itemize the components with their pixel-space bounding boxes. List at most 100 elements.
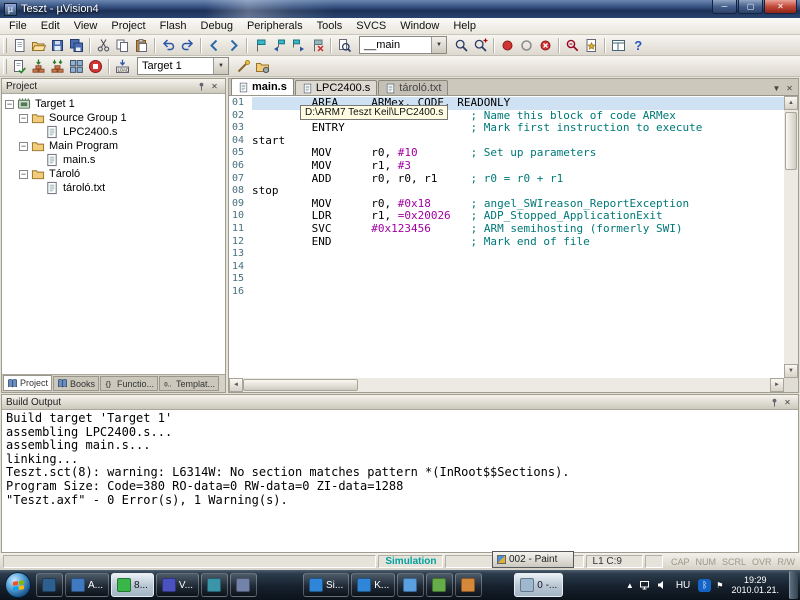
build-output-log[interactable]: Build target 'Target 1' assembling LPC240…	[2, 410, 798, 552]
tree-item-t-rol[interactable]: − Tároló	[2, 167, 225, 181]
scroll-up-icon[interactable]: ▲	[784, 96, 798, 110]
scroll-right-icon[interactable]: ►	[770, 378, 784, 392]
close-button[interactable]: ✕	[764, 0, 797, 14]
start-button[interactable]	[5, 572, 31, 598]
taskbar-item-a[interactable]: A...	[65, 573, 110, 597]
navigate-back-icon[interactable]	[205, 36, 224, 55]
menu-debug[interactable]: Debug	[194, 19, 240, 33]
manage-components-icon[interactable]	[253, 57, 272, 76]
redo-icon[interactable]	[178, 36, 197, 55]
code-line-13[interactable]	[252, 248, 784, 261]
menu-tools[interactable]: Tools	[310, 19, 350, 33]
bluetooth-icon[interactable]: ᛒ	[698, 578, 712, 592]
menu-flash[interactable]: Flash	[153, 19, 194, 33]
bookmark-icon[interactable]	[251, 36, 270, 55]
breakpoint-kill-icon[interactable]	[536, 36, 555, 55]
options-icon[interactable]	[234, 57, 253, 76]
code-line-07[interactable]: ADD r0, r0, r1 ; r0 = r0 + r1	[252, 172, 784, 186]
editor-body[interactable]: 01 02 03 04 05 06 07 08 09 10 11 12 13 14 15 16 AREA AR…	[229, 96, 784, 378]
editor-tab-t-rol-txt[interactable]: tároló.txt	[378, 80, 449, 95]
tree-expander-icon[interactable]: −	[19, 113, 28, 123]
find-combo[interactable]: __main ▼	[359, 36, 447, 54]
show-desktop-button[interactable]	[789, 571, 798, 599]
tree-item-lpc2400-s[interactable]: LPC2400.s	[2, 125, 225, 139]
panel-tab-books[interactable]: Books	[53, 376, 100, 391]
cut-icon[interactable]	[94, 36, 113, 55]
menu-peripherals[interactable]: Peripherals	[240, 19, 310, 33]
paint-window-titlebar[interactable]: 002 - Paint	[492, 551, 574, 568]
find-in-files-icon[interactable]	[335, 36, 354, 55]
code-line-15[interactable]	[252, 273, 784, 286]
scroll-track[interactable]	[358, 378, 770, 392]
taskbar-item-9[interactable]	[397, 573, 425, 597]
pin-icon[interactable]	[195, 80, 208, 93]
build-icon[interactable]	[29, 57, 48, 76]
panel-tab-project[interactable]: Project	[3, 375, 53, 391]
editor-tab-main-s[interactable]: main.s	[231, 78, 294, 95]
translate-icon[interactable]	[10, 57, 29, 76]
bookmark-prev-icon[interactable]	[270, 36, 289, 55]
maximize-button[interactable]: ▢	[738, 0, 763, 14]
undo-icon[interactable]	[159, 36, 178, 55]
tree-item-target-1[interactable]: − Target 1	[2, 97, 225, 111]
tray-expand-icon[interactable]: ▲	[626, 581, 634, 590]
scroll-track[interactable]	[784, 172, 798, 364]
taskbar-item-1[interactable]	[36, 573, 63, 597]
pin-icon[interactable]	[768, 396, 781, 409]
window-layout-icon[interactable]	[609, 36, 628, 55]
help-icon[interactable]: ?	[628, 36, 647, 55]
panel-close-icon[interactable]: ✕	[208, 80, 221, 93]
open-icon[interactable]	[29, 36, 48, 55]
code-line-16[interactable]	[252, 286, 784, 299]
panel-tab-templat[interactable]: 0.. Templat...	[159, 376, 220, 391]
menu-help[interactable]: Help	[446, 19, 483, 33]
taskbar-item-si[interactable]: Si...	[303, 573, 350, 597]
tree-expander-icon[interactable]: −	[19, 141, 28, 151]
tree-item-main-program[interactable]: − Main Program	[2, 139, 225, 153]
breakpoint-disable-icon[interactable]	[517, 36, 536, 55]
minimize-button[interactable]: ─	[712, 0, 737, 14]
menu-view[interactable]: View	[67, 19, 105, 33]
save-icon[interactable]	[48, 36, 67, 55]
taskbar-item-5[interactable]	[201, 573, 229, 597]
vertical-scroll-thumb[interactable]	[785, 112, 797, 170]
navigate-forward-icon[interactable]	[224, 36, 243, 55]
line-number-gutter[interactable]: 01 02 03 04 05 06 07 08 09 10 11 12 13 14 15 16	[229, 96, 252, 378]
find-combo-dropdown-icon[interactable]: ▼	[431, 37, 446, 53]
panel-tab-functio[interactable]: {} Functio...	[100, 376, 159, 391]
taskbar-item-6[interactable]	[230, 573, 258, 597]
taskbar-item-11[interactable]	[455, 573, 483, 597]
menu-edit[interactable]: Edit	[34, 19, 67, 33]
tree-item-t-rol-txt[interactable]: tároló.txt	[2, 181, 225, 195]
find-combo-value[interactable]: __main	[360, 39, 431, 51]
panel-close-icon[interactable]: ✕	[781, 396, 794, 409]
target-combo[interactable]: Target 1 ▼	[137, 57, 229, 75]
paste-icon[interactable]	[132, 36, 151, 55]
rebuild-icon[interactable]	[48, 57, 67, 76]
editor-horizontal-scrollbar[interactable]: ◄ ►	[229, 378, 784, 392]
tab-close-icon[interactable]: ✕	[783, 82, 796, 95]
tab-list-dropdown-icon[interactable]: ▼	[770, 82, 783, 95]
code-line-14[interactable]	[252, 261, 784, 274]
action-center-flag-icon[interactable]: ⚑	[716, 581, 723, 590]
incremental-find-icon[interactable]	[471, 36, 490, 55]
tree-expander-icon[interactable]: −	[5, 99, 14, 109]
network-icon[interactable]	[639, 579, 651, 591]
find-icon[interactable]	[452, 36, 471, 55]
taskbar-item-10[interactable]	[426, 573, 454, 597]
tree-item-main-s[interactable]: main.s	[2, 153, 225, 167]
stop-build-icon[interactable]	[86, 57, 105, 76]
target-combo-dropdown-icon[interactable]: ▼	[213, 58, 228, 74]
scroll-down-icon[interactable]: ▼	[784, 364, 798, 378]
editor-vertical-scrollbar[interactable]: ▲ ▼	[784, 96, 798, 378]
target-combo-value[interactable]: Target 1	[138, 60, 213, 72]
menu-svcs[interactable]: SVCS	[349, 19, 393, 33]
code-area[interactable]: AREA ARMex, CODE, READONLY ; Name this b…	[252, 96, 784, 378]
taskbar-item-v[interactable]: V...	[155, 573, 200, 597]
taskbar-item-0[interactable]: 0 -...	[514, 573, 564, 597]
clock[interactable]: 19:29 2010.01.21.	[728, 575, 782, 595]
bookmark-next-icon[interactable]	[289, 36, 308, 55]
debug-icon[interactable]	[563, 36, 582, 55]
copy-icon[interactable]	[113, 36, 132, 55]
breakpoint-icon[interactable]	[498, 36, 517, 55]
